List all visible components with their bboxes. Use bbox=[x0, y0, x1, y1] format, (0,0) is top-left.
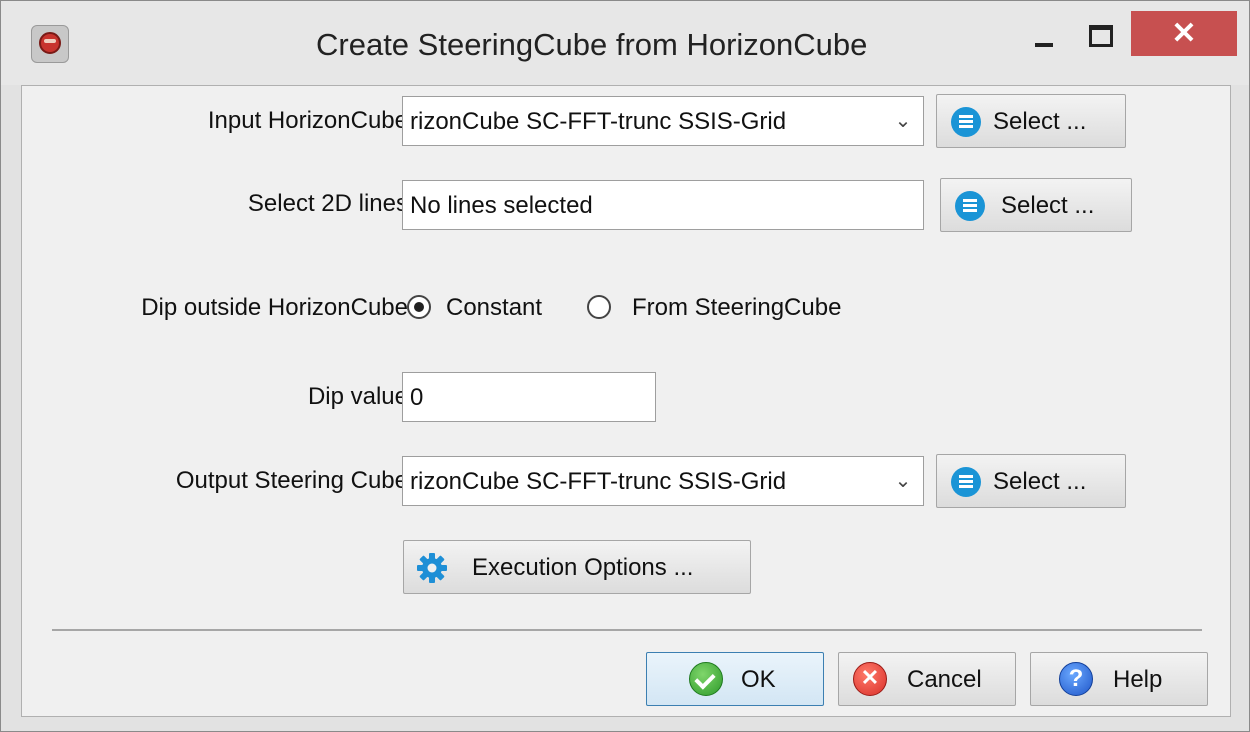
help-icon: ? bbox=[1059, 662, 1093, 696]
check-icon bbox=[689, 662, 723, 696]
radio-constant[interactable] bbox=[407, 295, 431, 319]
gear-icon bbox=[417, 553, 447, 583]
list-icon bbox=[951, 467, 981, 497]
select-button-label: Select ... bbox=[1001, 192, 1095, 219]
dip-outside-label: Dip outside HorizonCube bbox=[141, 294, 408, 321]
cancel-button[interactable]: ✕ Cancel bbox=[838, 652, 1016, 706]
list-icon bbox=[955, 191, 985, 221]
input-horizoncube-value: rizonCube SC-FFT-trunc SSIS-Grid bbox=[410, 108, 787, 135]
window-title: Create SteeringCube from HorizonCube bbox=[316, 27, 868, 62]
output-steering-cube-label: Output Steering Cube bbox=[175, 467, 408, 494]
execution-options-button[interactable]: Execution Options ... bbox=[403, 540, 751, 594]
2d-lines-field[interactable]: No lines selected bbox=[402, 180, 924, 230]
chevron-down-icon[interactable]: ⌄ bbox=[883, 457, 923, 505]
minimize-button[interactable] bbox=[1019, 17, 1069, 63]
radio-constant-label[interactable]: Constant bbox=[446, 294, 542, 322]
maximize-button[interactable] bbox=[1074, 17, 1124, 63]
separator bbox=[52, 629, 1202, 631]
cancel-label: Cancel bbox=[907, 666, 982, 693]
output-steering-cube-combo[interactable]: rizonCube SC-FFT-trunc SSIS-Grid ⌄ bbox=[402, 456, 924, 506]
radio-from-steeringcube[interactable] bbox=[587, 295, 611, 319]
chevron-down-icon[interactable]: ⌄ bbox=[883, 97, 923, 145]
radio-from-steeringcube-label[interactable]: From SteeringCube bbox=[632, 294, 841, 322]
2d-lines-value: No lines selected bbox=[410, 192, 593, 219]
2d-lines-select-button[interactable]: Select ... bbox=[940, 178, 1132, 232]
select-2d-lines-label: Select 2D lines bbox=[247, 190, 408, 217]
dip-value-text: 0 bbox=[410, 384, 424, 411]
list-icon bbox=[951, 107, 981, 137]
ok-button[interactable]: OK bbox=[646, 652, 824, 706]
output-steering-cube-select-button[interactable]: Select ... bbox=[936, 454, 1126, 508]
input-horizoncube-label: Input HorizonCube bbox=[207, 107, 408, 134]
input-horizoncube-combo[interactable]: rizonCube SC-FFT-trunc SSIS-Grid ⌄ bbox=[402, 96, 924, 146]
execution-options-label: Execution Options ... bbox=[472, 554, 694, 581]
select-button-label: Select ... bbox=[993, 468, 1087, 495]
input-horizoncube-select-button[interactable]: Select ... bbox=[936, 94, 1126, 148]
dialog-window: Create SteeringCube from HorizonCube ✕ I… bbox=[0, 0, 1250, 732]
cancel-icon: ✕ bbox=[853, 662, 887, 696]
output-steering-cube-value: rizonCube SC-FFT-trunc SSIS-Grid bbox=[410, 468, 787, 495]
close-button[interactable]: ✕ bbox=[1131, 11, 1237, 56]
help-label: Help bbox=[1113, 666, 1163, 693]
ok-label: OK bbox=[741, 666, 776, 693]
dialog-content: Input HorizonCube rizonCube SC-FFT-trunc… bbox=[21, 85, 1231, 717]
dip-value-label: Dip value bbox=[307, 383, 408, 410]
select-button-label: Select ... bbox=[993, 108, 1087, 135]
help-button[interactable]: ? Help bbox=[1030, 652, 1208, 706]
dip-value-input[interactable]: 0 bbox=[402, 372, 656, 422]
app-icon[interactable] bbox=[31, 25, 69, 63]
title-bar[interactable]: Create SteeringCube from HorizonCube ✕ bbox=[1, 1, 1249, 85]
